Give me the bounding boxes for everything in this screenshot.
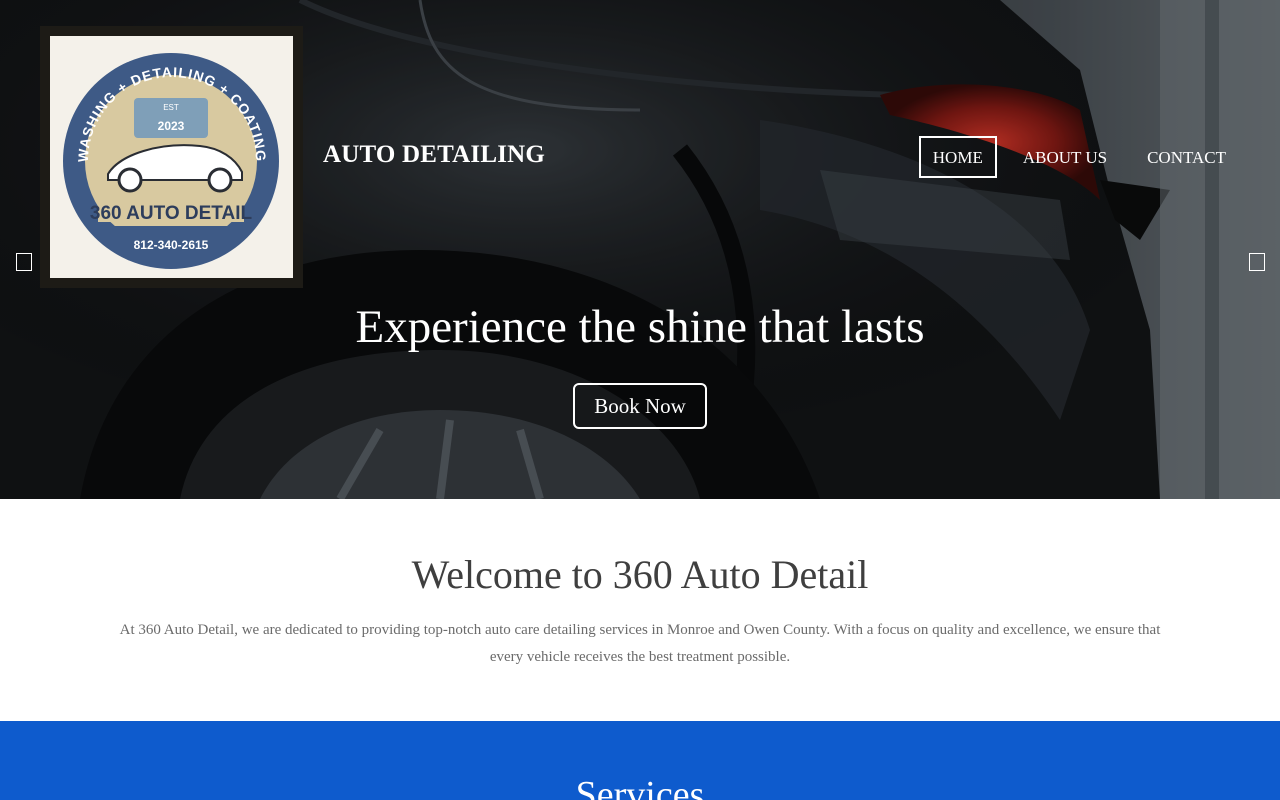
site-title[interactable]: AUTO DETAILING	[323, 141, 545, 169]
welcome-text: At 360 Auto Detail, we are dedicated to …	[119, 622, 1161, 665]
logo-year: 2023	[158, 119, 185, 133]
main-nav: HOME ABOUT US CONTACT	[907, 136, 1240, 178]
services-section: Services	[0, 721, 1280, 800]
logo-phone: 812-340-2615	[134, 238, 209, 252]
nav-contact[interactable]: CONTACT	[1133, 136, 1240, 178]
hero-banner: WASHING + DETAILING + COATING EST 2023 3…	[0, 0, 1280, 499]
nav-about-us[interactable]: ABOUT US	[1009, 136, 1121, 178]
welcome-title: Welcome to 360 Auto Detail	[411, 552, 869, 597]
prev-slide-icon[interactable]	[16, 253, 32, 271]
hero-headline: Experience the shine that lasts	[355, 301, 925, 353]
logo-name: 360 AUTO DETAIL	[90, 203, 253, 224]
services-title: Services	[575, 774, 705, 800]
site-logo[interactable]: WASHING + DETAILING + COATING EST 2023 3…	[40, 26, 303, 288]
book-now-button[interactable]: Book Now	[573, 383, 707, 429]
logo-est: EST	[163, 103, 179, 112]
next-slide-icon[interactable]	[1249, 253, 1265, 271]
nav-home[interactable]: HOME	[918, 136, 997, 178]
